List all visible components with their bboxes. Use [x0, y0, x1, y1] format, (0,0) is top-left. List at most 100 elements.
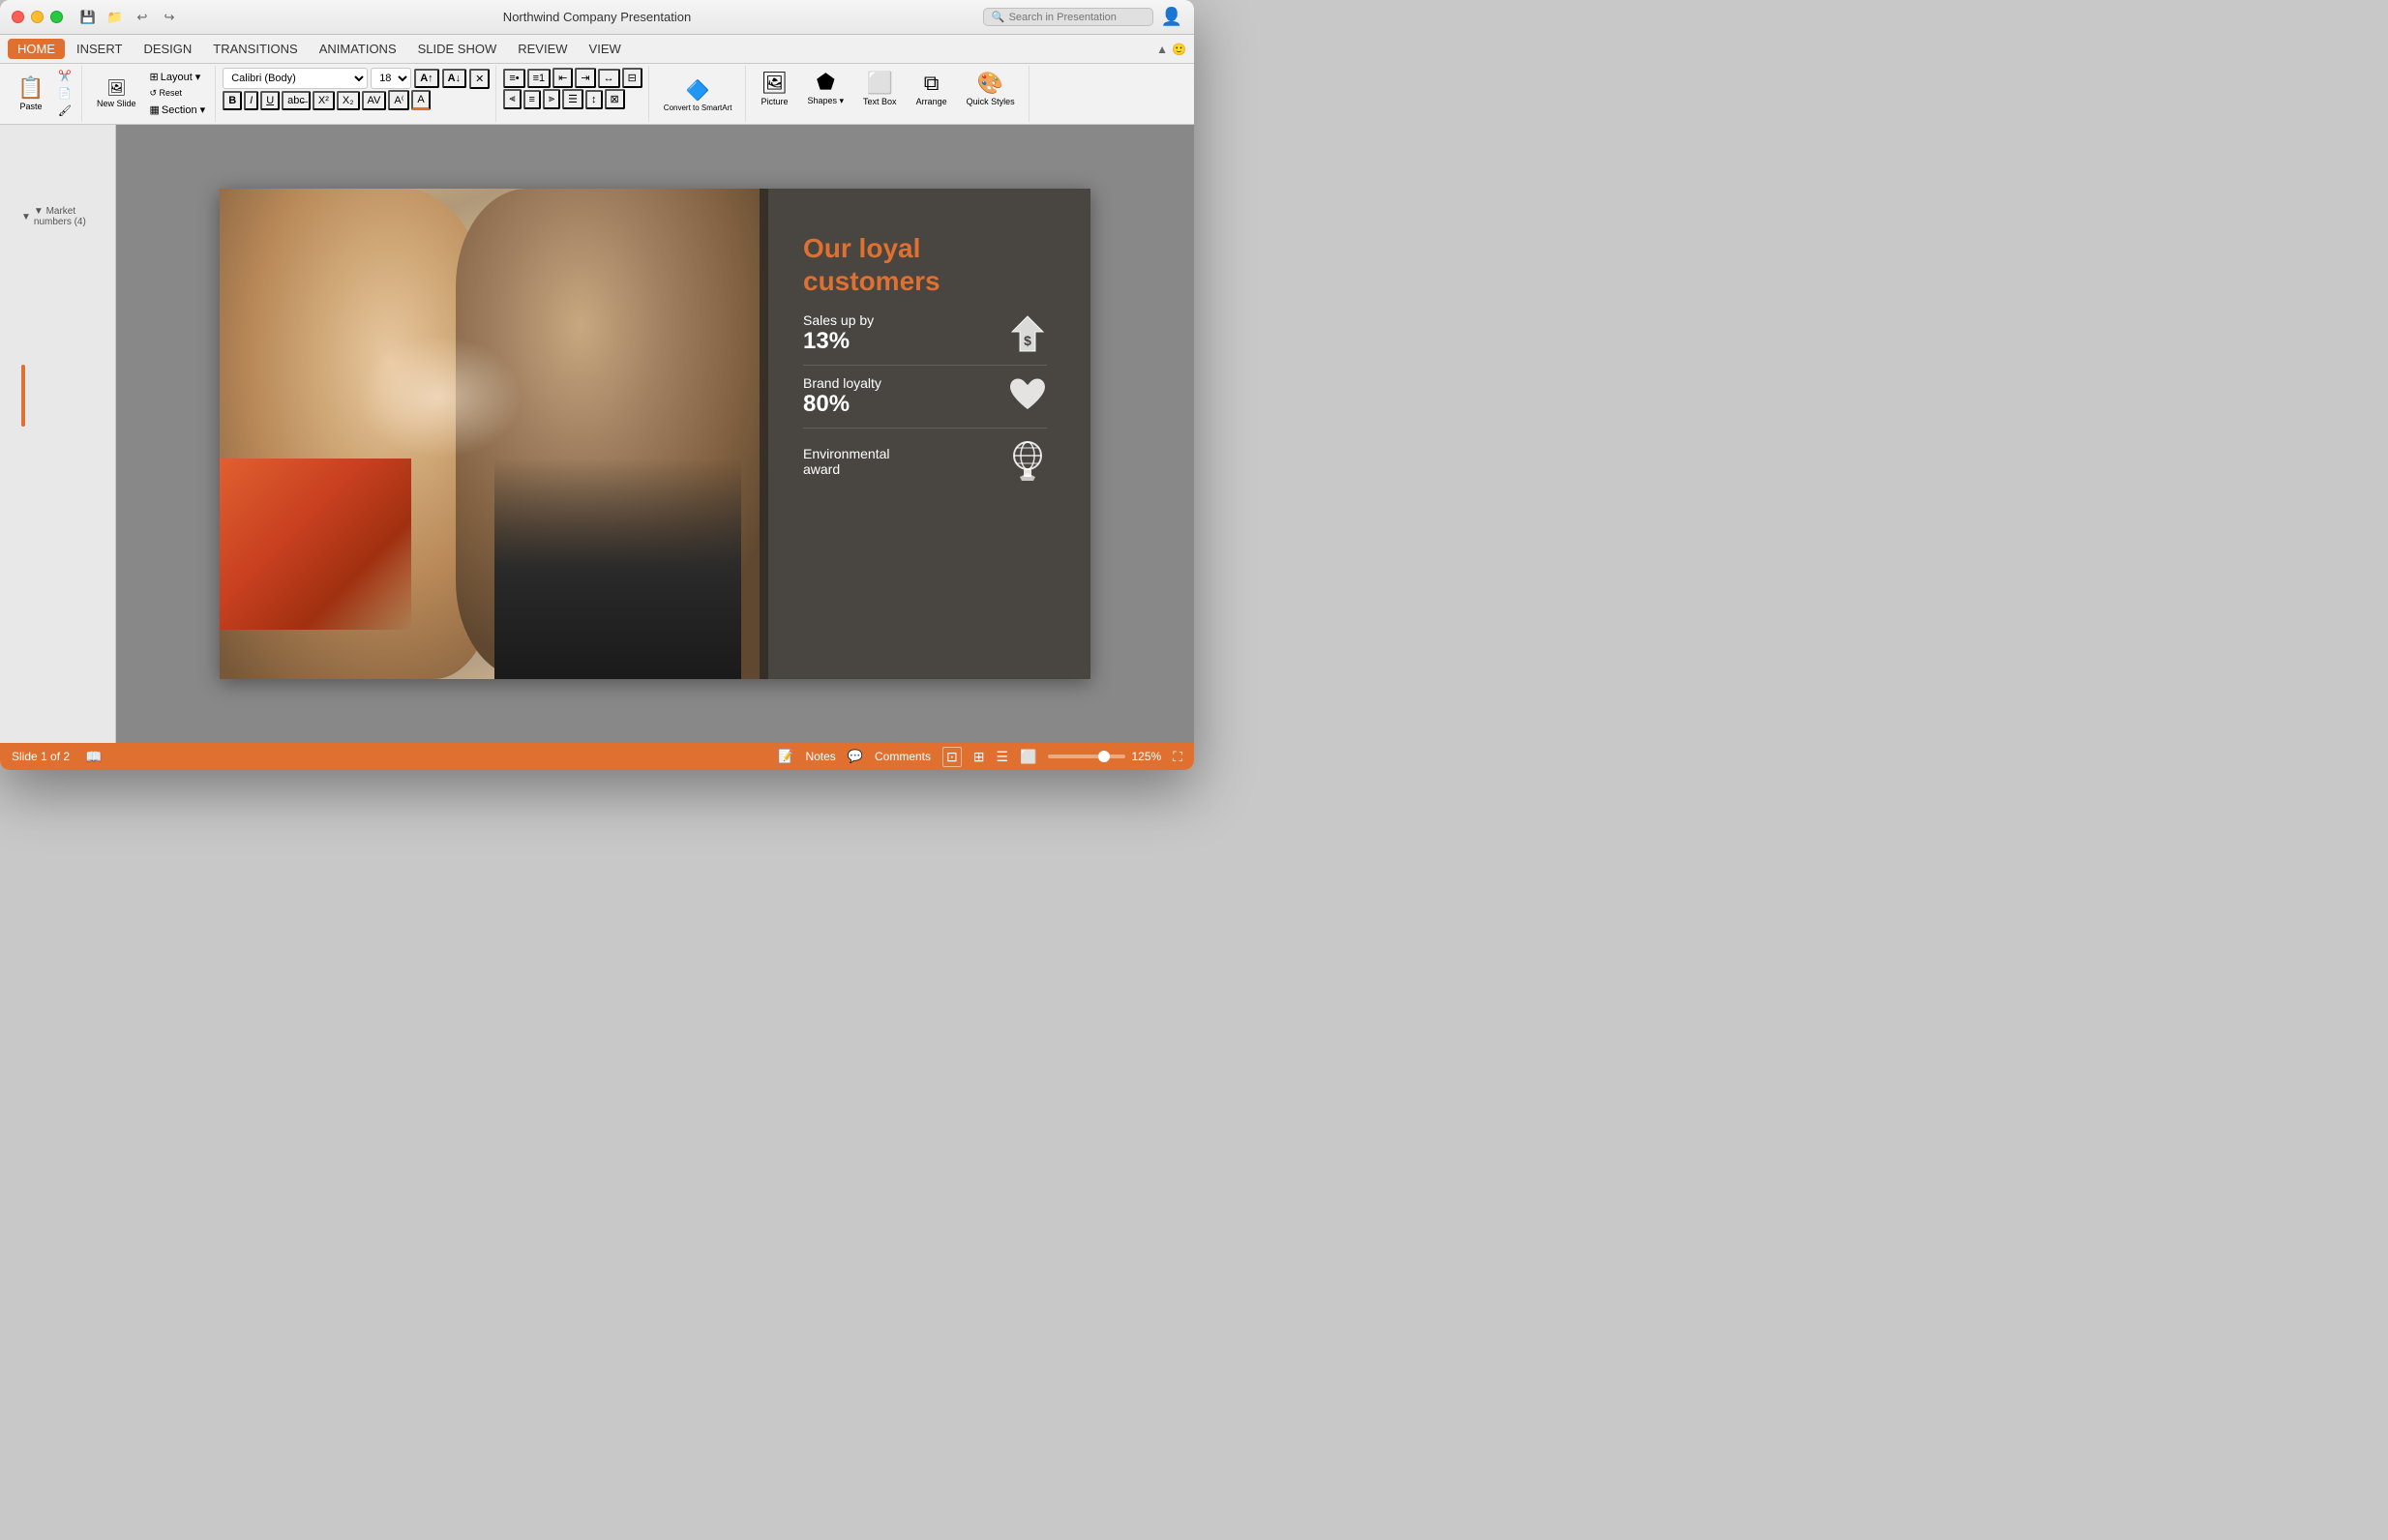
notes-label[interactable]: Notes — [805, 750, 835, 763]
italic-button[interactable]: I — [244, 91, 258, 110]
layout-button[interactable]: ⊞ Layout ▾ — [146, 69, 210, 85]
zoom-level: 125% — [1131, 750, 1161, 763]
shapes-button[interactable]: ⬟ Shapes ▾ — [800, 68, 852, 108]
minimize-button[interactable] — [31, 11, 44, 23]
paste-button[interactable]: 📋 Paste — [10, 74, 52, 113]
copy-button[interactable]: 📄 — [54, 85, 75, 102]
columns-button[interactable]: ⊟ — [622, 68, 642, 88]
font-grow-button[interactable]: A↑ — [414, 69, 438, 88]
slide-canvas[interactable]: Our loyal customers Sales up by 13% — [220, 189, 1090, 678]
fit-slide-icon[interactable]: ⛶ — [1173, 749, 1182, 765]
slide-thumb-3[interactable]: 3 ★ — [21, 136, 25, 198]
save-icon[interactable]: 💾 — [77, 7, 99, 28]
reset-button[interactable]: ↺ Reset — [146, 86, 210, 101]
comments-icon[interactable]: 💬 — [848, 749, 863, 764]
slide-thumb-7[interactable]: 7 ★ — [21, 430, 25, 492]
picture-button[interactable]: 🖼 Picture — [753, 68, 795, 108]
slides-label — [89, 119, 209, 122]
format-painter-button[interactable]: 🖌 — [54, 103, 75, 119]
search-input[interactable] — [1009, 12, 1145, 23]
paste-label: Paste — [19, 102, 42, 111]
justify-button[interactable]: ☰ — [562, 89, 583, 109]
normal-view-icon[interactable]: ⊡ — [942, 747, 962, 767]
redo-icon[interactable]: ↪ — [159, 7, 180, 28]
grid-view-icon[interactable]: ⊞ — [973, 749, 985, 765]
menu-insert[interactable]: INSERT — [67, 39, 132, 59]
rtl-button[interactable]: ↔ — [598, 69, 620, 88]
menu-transitions[interactable]: TRANSITIONS — [203, 39, 307, 59]
couple-photo-bg — [220, 189, 768, 678]
menu-slideshow[interactable]: SLIDE SHOW — [408, 39, 507, 59]
collapse-icon[interactable]: ▲ — [1156, 43, 1168, 56]
menu-review[interactable]: REVIEW — [508, 39, 577, 59]
menu-home[interactable]: HOME — [8, 39, 65, 59]
menu-design[interactable]: DESIGN — [134, 39, 201, 59]
font-group-rows: Calibri (Body) 18 A↑ A↓ ✕ B I U abc̶ — [223, 68, 490, 110]
section-label[interactable]: ▼ ▼ Market numbers (4) — [4, 202, 111, 229]
slide-info: Slide 1 of 2 — [12, 750, 70, 763]
text-shadow-button[interactable]: A⁽ — [388, 90, 409, 110]
font-size-select[interactable]: 18 — [371, 68, 411, 89]
increase-indent-button[interactable]: ⇥ — [575, 68, 595, 88]
clipboard-group: 📋 Paste ✂️ 📄 🖌 — [4, 66, 82, 122]
align-right-button[interactable]: ⫸ — [543, 89, 560, 109]
slide-heading: Our loyal customers — [803, 232, 1047, 297]
emoji-icon[interactable]: 🙂 — [1172, 43, 1186, 56]
line-spacing-button[interactable]: ↕ — [585, 90, 603, 109]
cut-button[interactable]: ✂️ — [54, 68, 75, 84]
clear-format-button[interactable]: ✕ — [469, 69, 490, 89]
reading-view-icon[interactable]: ☰ — [996, 749, 1008, 765]
decrease-indent-button[interactable]: ⇤ — [552, 68, 573, 88]
clipboard-col2: ✂️ 📄 🖌 — [54, 68, 75, 119]
align-center-button[interactable]: ≡ — [523, 90, 541, 109]
font-color-button[interactable]: A — [411, 90, 430, 110]
paragraph-spacing-button[interactable]: ⊠ — [605, 89, 625, 109]
stat-env-text: Environmental award — [803, 446, 890, 477]
bold-button[interactable]: B — [223, 91, 242, 110]
strikethrough-button[interactable]: abc̶ — [282, 91, 311, 110]
align-left-button[interactable]: ⫷ — [503, 89, 521, 109]
search-box[interactable]: 🔍 — [983, 8, 1153, 26]
slide-panel: 2 ★ JapanSustainable 3 ★ — [0, 125, 116, 743]
close-button[interactable] — [12, 11, 24, 23]
present-view-icon[interactable]: ⬜ — [1020, 749, 1036, 765]
new-slide-button[interactable]: 🖼 New Slide — [89, 76, 144, 110]
undo-icon[interactable]: ↩ — [132, 7, 153, 28]
stat-sales-label: Sales up by — [803, 312, 874, 328]
slide-thumb-2[interactable]: 2 ★ JapanSustainable — [21, 129, 25, 133]
quick-styles-button[interactable]: 🎨 Quick Styles — [959, 68, 1023, 108]
maximize-button[interactable] — [50, 11, 63, 23]
smile-glow — [357, 336, 522, 459]
new-slide-label: New Slide — [97, 99, 136, 108]
user-icon[interactable]: 👤 — [1161, 7, 1182, 27]
number-list-button[interactable]: ≡1 — [527, 69, 552, 88]
convert-smartart-button[interactable]: 🔷 Convert to SmartArt — [656, 76, 740, 114]
underline-button[interactable]: U — [260, 91, 280, 110]
textbox-button[interactable]: ⬜ Text Box — [855, 68, 905, 108]
bookmark-icon[interactable]: 📖 — [85, 749, 102, 765]
bullet-list-button[interactable]: ≡• — [503, 69, 524, 88]
cut-icon: ✂️ — [58, 70, 72, 82]
zoom-thumb[interactable] — [1098, 751, 1110, 762]
stat-sales: Sales up by 13% $ — [803, 312, 1047, 366]
zoom-slider[interactable] — [1048, 755, 1125, 758]
char-spacing-button[interactable]: AV — [362, 91, 387, 110]
arrange-button[interactable]: ⧉ Arrange — [909, 68, 955, 108]
font-name-select[interactable]: Calibri (Body) — [223, 68, 368, 89]
slide-thumb-6[interactable]: 6 ★ Our loyalcustomers — [21, 365, 25, 427]
stat-sales-icon-container: $ — [1008, 314, 1047, 353]
slide-thumb-5[interactable]: 5 ★ Growth &Revenue — [21, 299, 25, 361]
notes-icon[interactable]: 📝 — [778, 749, 793, 764]
open-icon[interactable]: 📁 — [104, 7, 126, 28]
arrange-label: Arrange — [916, 97, 947, 106]
clipboard-group-top: 📋 Paste ✂️ 📄 🖌 — [10, 68, 75, 119]
stat-sales-value: 13% — [803, 328, 874, 355]
superscript-button[interactable]: X² — [313, 91, 335, 110]
font-shrink-button[interactable]: A↓ — [442, 69, 466, 88]
comments-label[interactable]: Comments — [875, 750, 931, 763]
menu-view[interactable]: VIEW — [580, 39, 631, 59]
slide-thumb-4[interactable]: 4 ★ NorthwindMarket Share 47% of total s… — [21, 233, 25, 295]
section-button[interactable]: ▦ Section ▾ — [146, 102, 210, 118]
subscript-button[interactable]: X₂ — [337, 91, 360, 110]
menu-animations[interactable]: ANIMATIONS — [310, 39, 406, 59]
